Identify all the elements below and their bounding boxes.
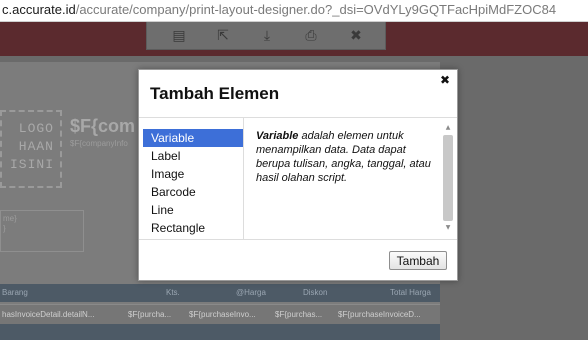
list-item-line[interactable]: Line (143, 201, 243, 219)
list-item-rectangle[interactable]: Rectangle (143, 219, 243, 237)
element-description-panel: Variable adalah elemen untuk menampilkan… (243, 117, 456, 239)
download-icon[interactable]: ⤓ (258, 27, 276, 45)
designer-toolbar: ▤ ⇱ ⤓ ⎙ ✖ (146, 22, 386, 50)
url-host: c.accurate.id (2, 2, 76, 17)
table-cell: $F{purcha... (128, 310, 172, 319)
table-cell: $F{purchaseInvo... (189, 310, 256, 319)
field-line: } (3, 224, 6, 233)
logo-line: ISINI (9, 157, 54, 172)
logo-line: HAAN (18, 139, 54, 154)
company-info-variable: $F{companyInfo (70, 139, 128, 148)
column-header: Total Harga (390, 288, 431, 297)
scroll-up-icon[interactable]: ▲ (442, 123, 454, 133)
table-footer (0, 324, 440, 340)
table-cell: $F{purchaseInvoiceD... (338, 310, 421, 319)
url-path: /accurate/company/print-layout-designer.… (75, 2, 557, 17)
close-icon[interactable]: ✖ (347, 27, 365, 45)
description-term: Variable (256, 130, 299, 142)
logo-placeholder: LOGO HAAN ISINI (0, 110, 62, 188)
preview-icon[interactable]: ⎙ (302, 27, 320, 45)
logo-line: LOGO (18, 121, 54, 136)
company-name-variable: $F{com (70, 116, 136, 136)
column-header: Kts. (166, 288, 180, 297)
divider (139, 239, 457, 240)
address-bar[interactable]: c.accurate.id/accurate/company/print-lay… (0, 0, 588, 22)
list-item-label[interactable]: Label (143, 147, 243, 165)
element-description: Variable adalah elemen untuk menampilkan… (256, 129, 434, 185)
column-header: Barang (2, 288, 28, 297)
column-header: @Harga (236, 288, 266, 297)
description-scrollbar[interactable]: ▲ ▼ (442, 123, 454, 233)
export-icon[interactable]: ⇱ (214, 27, 232, 45)
table-cell: $F{purchas... (275, 310, 323, 319)
save-icon[interactable]: ▤ (170, 27, 188, 45)
scroll-down-icon[interactable]: ▼ (442, 223, 454, 233)
url-text[interactable]: c.accurate.id/accurate/company/print-lay… (2, 2, 556, 17)
detail-table-header: Barang Kts. @Harga Diskon Total Harga (0, 284, 440, 302)
column-header: Diskon (303, 288, 328, 297)
table-cell: hasInvoiceDetail.detailN... (2, 310, 95, 319)
address-field-text: me} } (3, 214, 17, 234)
list-item-variable[interactable]: Variable (143, 129, 243, 147)
field-line: me} (3, 214, 17, 223)
element-type-list[interactable]: Variable Label Image Barcode Line Rectan… (143, 129, 243, 239)
close-icon[interactable]: ✖ (438, 73, 452, 87)
add-element-dialog: Tambah Elemen ✖ Variable Label Image Bar… (138, 69, 458, 281)
table-row: hasInvoiceDetail.detailN... $F{purcha...… (0, 304, 440, 324)
add-button[interactable]: Tambah (389, 251, 447, 270)
dialog-title: Tambah Elemen (150, 84, 280, 103)
list-item-image[interactable]: Image (143, 165, 243, 183)
list-item-barcode[interactable]: Barcode (143, 183, 243, 201)
scroll-thumb[interactable] (443, 135, 453, 221)
